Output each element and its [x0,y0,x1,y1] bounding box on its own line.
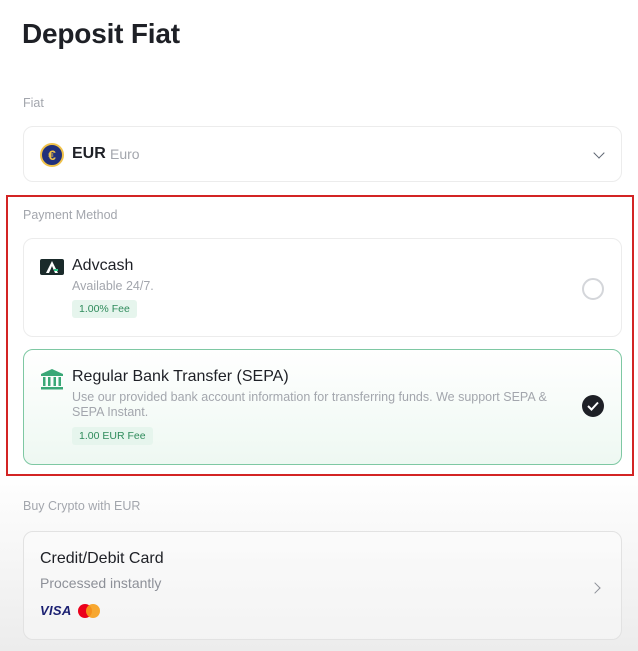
card-option-title: Credit/Debit Card [40,550,164,567]
payment-option-advcash[interactable]: Advcash Available 24/7. 1.00% Fee [23,238,622,337]
bank-icon [40,368,64,395]
credit-debit-card-option[interactable]: Credit/Debit Card Processed instantly VI… [23,531,622,640]
advcash-logo-icon [40,259,64,275]
fee-badge: 1.00% Fee [72,300,137,318]
payment-option-sepa[interactable]: Regular Bank Transfer (SEPA) Use our pro… [23,349,622,465]
radio-checked-icon[interactable] [582,395,604,417]
fiat-select[interactable]: € EUR Euro [23,126,622,182]
method-name: Advcash [72,257,134,274]
card-option-subtitle: Processed instantly [40,575,162,591]
visa-logo-icon: VISA [40,603,72,618]
page-title: Deposit Fiat [22,18,180,49]
euro-coin-icon: € [40,143,64,167]
fiat-label: Fiat [23,96,44,110]
method-description: Use our provided bank account informatio… [72,390,547,419]
chevron-down-icon[interactable] [593,147,605,159]
chevron-right-icon[interactable] [589,582,601,594]
radio-unchecked[interactable] [582,278,604,300]
buy-crypto-label: Buy Crypto with EUR [23,499,141,513]
method-name: Regular Bank Transfer (SEPA) [72,368,289,385]
fiat-name: Euro [110,146,140,162]
method-description: Available 24/7. [72,279,154,293]
mastercard-logo-icon [78,604,100,618]
fee-badge: 1.00 EUR Fee [72,427,153,445]
payment-method-label: Payment Method [23,208,118,222]
fiat-code: EUR [72,145,106,162]
